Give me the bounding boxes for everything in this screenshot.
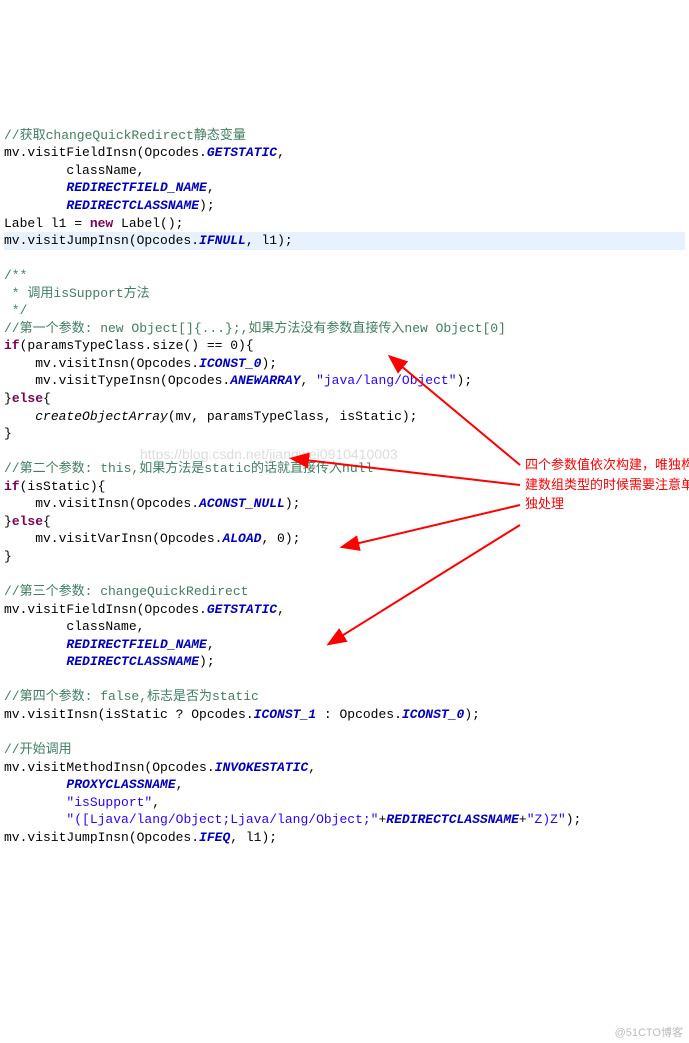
- code-line: REDIRECTCLASSNAME);: [4, 198, 215, 213]
- code-line: mv.visitFieldInsn(Opcodes.GETSTATIC,: [4, 145, 285, 160]
- code-line: mv.visitInsn(Opcodes.ICONST_0);: [4, 356, 277, 371]
- code-line: REDIRECTCLASSNAME);: [4, 654, 215, 669]
- javadoc-end: */: [4, 303, 27, 318]
- code-line: }else{: [4, 514, 51, 529]
- code-line: mv.visitInsn(Opcodes.ACONST_NULL);: [4, 496, 300, 511]
- javadoc-start: /**: [4, 268, 27, 283]
- code-line: }else{: [4, 391, 51, 406]
- code-line: createObjectArray(mv, paramsTypeClass, i…: [4, 409, 417, 424]
- code-line: mv.visitInsn(isStatic ? Opcodes.ICONST_1…: [4, 707, 480, 722]
- javadoc-body: * 调用isSupport方法: [4, 286, 150, 301]
- code-line: }: [4, 426, 12, 441]
- red-annotation-text: 四个参数值依次构建，唯独构建数组类型的时候需要注意单独处理: [525, 455, 689, 514]
- comment-start-invoke: //开始调用: [4, 742, 72, 757]
- code-line: }: [4, 549, 12, 564]
- code-line: mv.visitJumpInsn(Opcodes.IFEQ, l1);: [4, 830, 277, 845]
- code-line: Label l1 = new Label();: [4, 216, 183, 231]
- comment-param4: //第四个参数: false,标志是否为static: [4, 689, 259, 704]
- highlighted-line: mv.visitJumpInsn(Opcodes.IFNULL, l1);: [4, 232, 685, 250]
- code-line: PROXYCLASSNAME,: [4, 777, 183, 792]
- code-line: if(paramsTypeClass.size() == 0){: [4, 338, 254, 353]
- comment-param2: //第二个参数: this,如果方法是static的话就直接传入null: [4, 461, 373, 476]
- code-line: mv.visitTypeInsn(Opcodes.ANEWARRAY, "jav…: [4, 373, 472, 388]
- footer-credit: @51CTO博客: [615, 1026, 683, 1041]
- code-line: className,: [4, 619, 144, 634]
- code-line: mv.visitFieldInsn(Opcodes.GETSTATIC,: [4, 602, 285, 617]
- code-line: mv.visitVarInsn(Opcodes.ALOAD, 0);: [4, 531, 300, 546]
- code-line: REDIRECTFIELD_NAME,: [4, 180, 215, 195]
- code-line: if(isStatic){: [4, 479, 105, 494]
- code-line: className,: [4, 163, 144, 178]
- code-line: mv.visitMethodInsn(Opcodes.INVOKESTATIC,: [4, 760, 316, 775]
- code-line: "([Ljava/lang/Object;Ljava/lang/Object;"…: [4, 812, 581, 827]
- comment-param1: //第一个参数: new Object[]{...};,如果方法没有参数直接传入…: [4, 321, 506, 336]
- comment-get-static-var: //获取changeQuickRedirect静态变量: [4, 128, 246, 143]
- code-line: REDIRECTFIELD_NAME,: [4, 637, 215, 652]
- code-line: "isSupport",: [4, 795, 160, 810]
- comment-param3: //第三个参数: changeQuickRedirect: [4, 584, 248, 599]
